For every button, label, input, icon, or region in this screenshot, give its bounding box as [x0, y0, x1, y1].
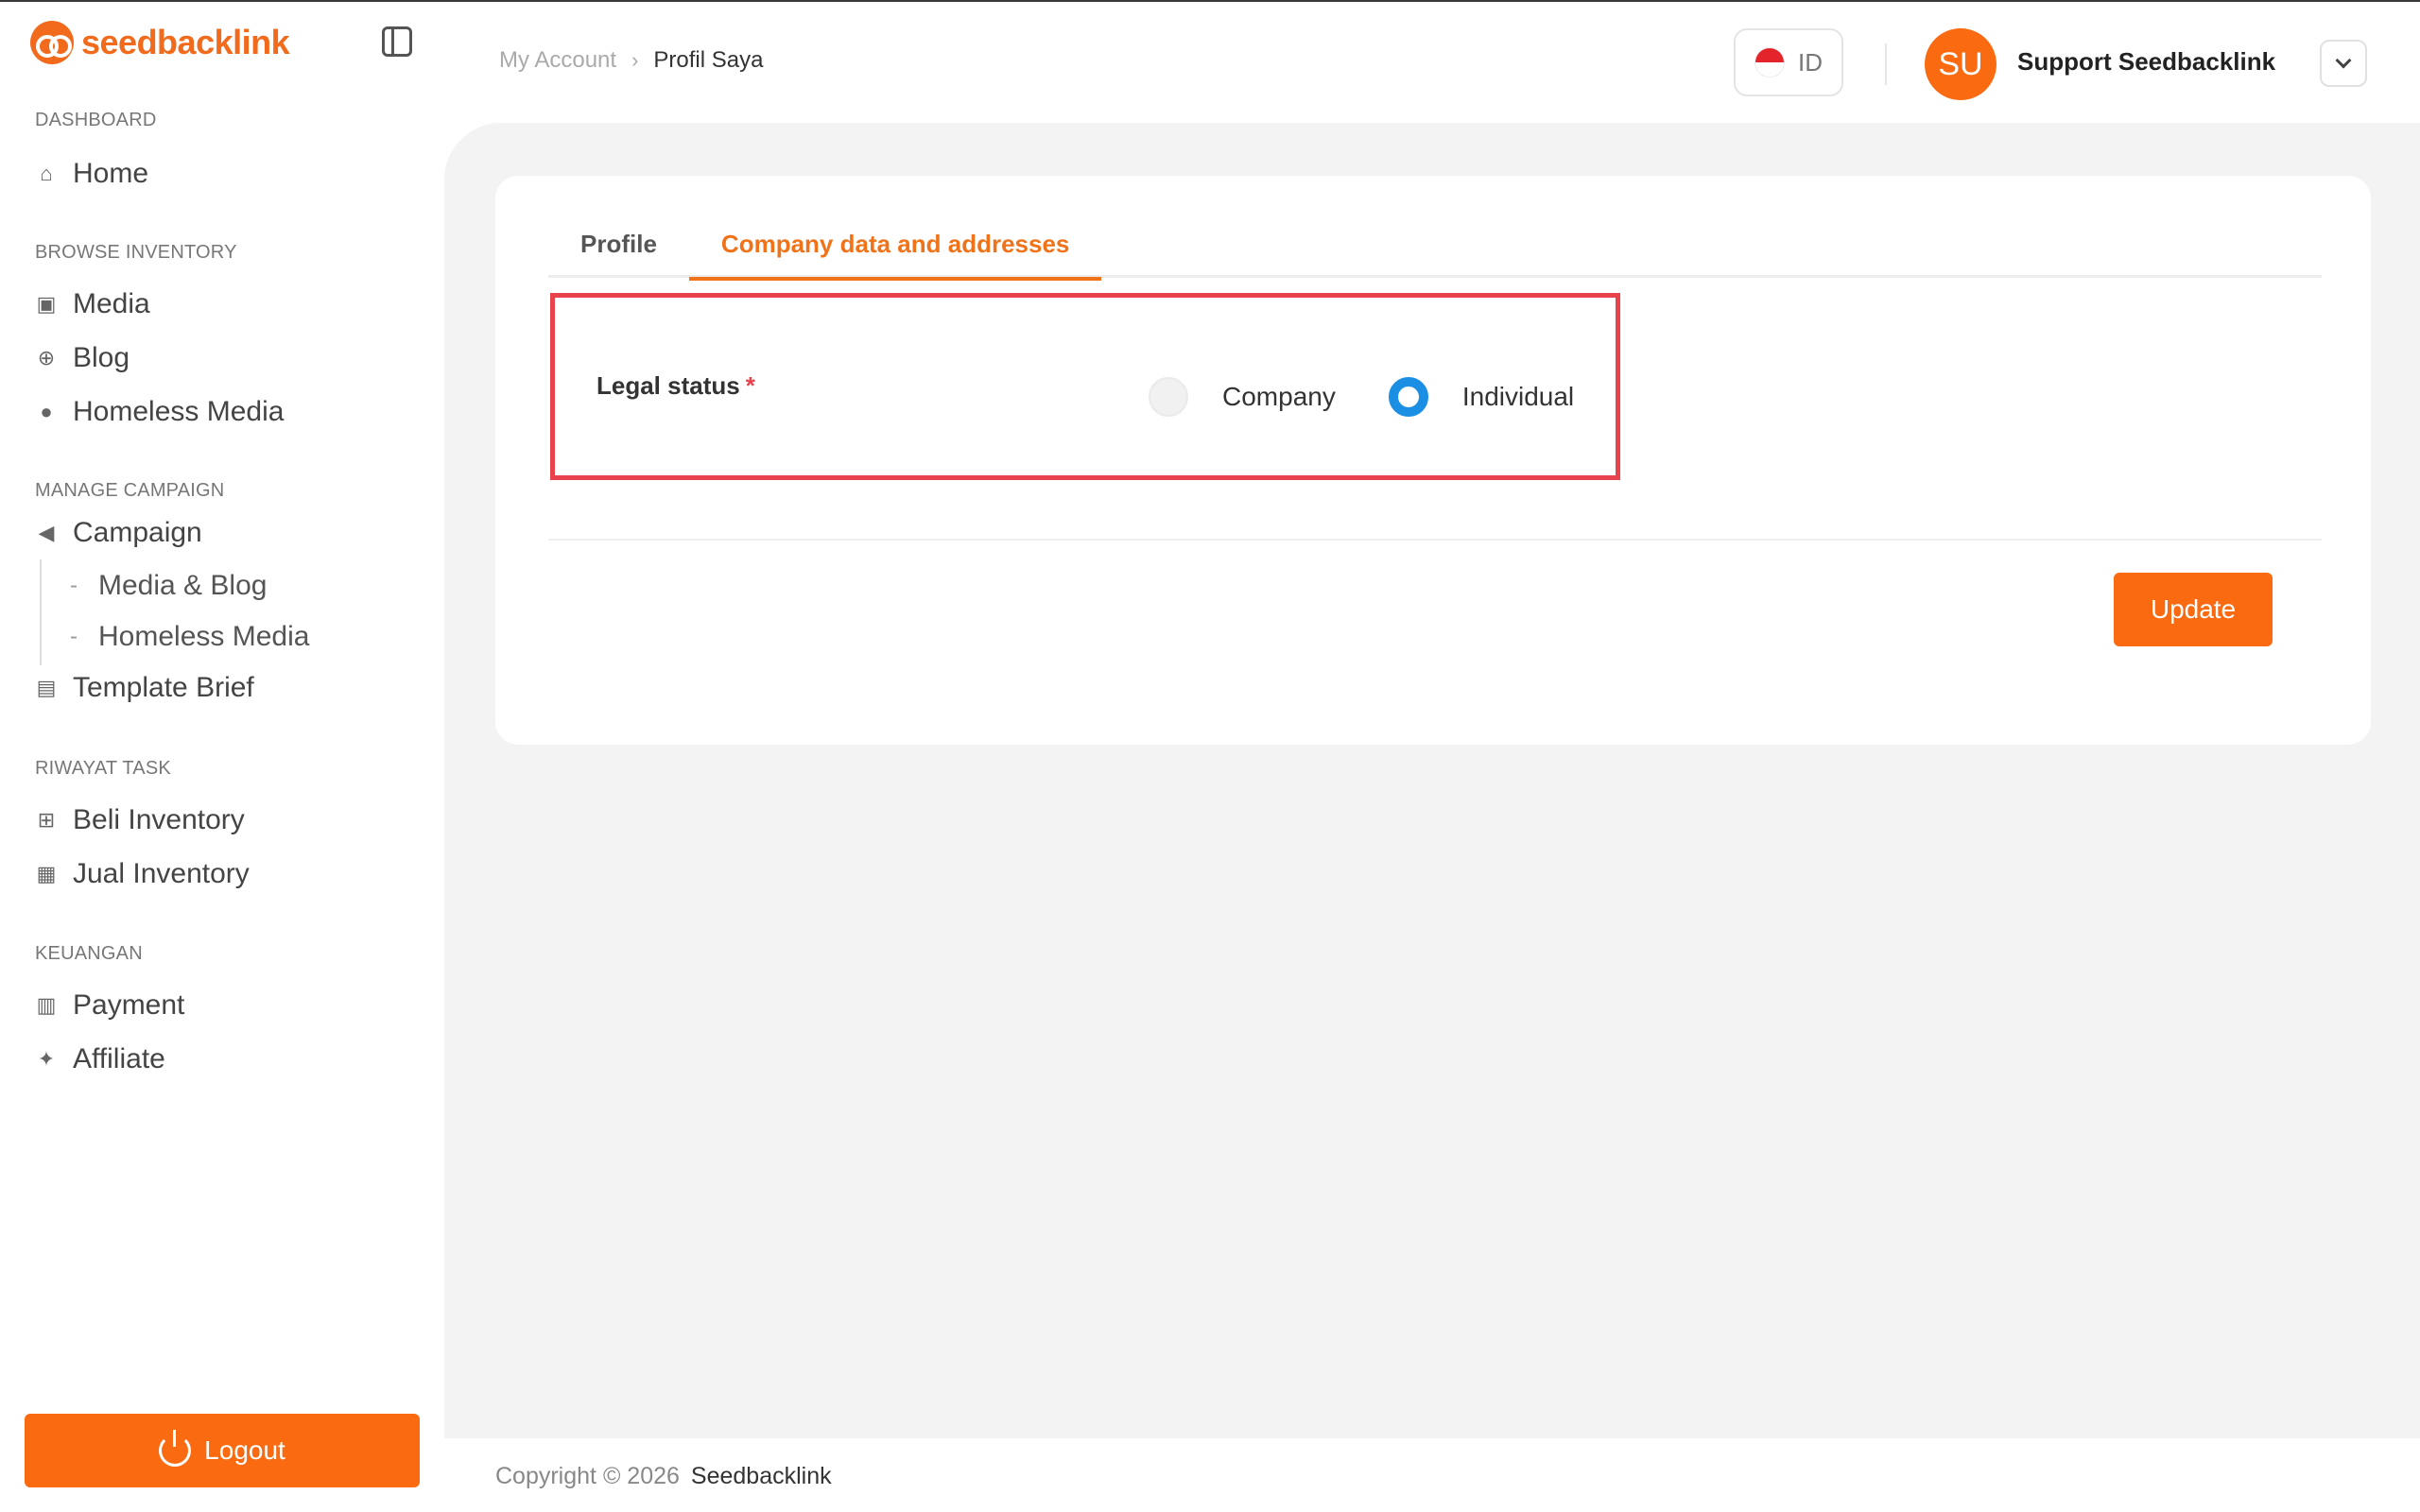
- breadcrumb-parent[interactable]: My Account: [499, 47, 616, 74]
- sidebar-item-label: Template Brief: [73, 672, 254, 703]
- logout-label: Logout: [204, 1435, 285, 1465]
- section-title-manage-campaign: MANAGE CAMPAIGN: [35, 480, 225, 501]
- sidebar-item-label: Homeless Media: [73, 396, 285, 427]
- section-title-browse-inventory: BROWSE INVENTORY: [35, 242, 237, 263]
- section-title-keuangan: KEUANGAN: [35, 943, 143, 964]
- radio-label-individual: Individual: [1461, 382, 1575, 411]
- profile-card: Profile Company data and addresses Legal…: [495, 176, 2371, 745]
- radio-individual[interactable]: [1388, 377, 1428, 417]
- section-title-riwayat-task: RIWAYAT TASK: [35, 758, 171, 779]
- sidebar-subitem-homeless-media[interactable]: - Homeless Media: [70, 618, 309, 656]
- legal-status-highlight: Legal status * Company Individual: [550, 293, 1620, 480]
- logo[interactable]: seedbacklink: [30, 19, 290, 66]
- submenu-line: [40, 559, 42, 665]
- language-code: ID: [1798, 47, 1823, 77]
- tab-profile[interactable]: Profile: [548, 210, 689, 278]
- user-menu-button[interactable]: [2320, 40, 2367, 87]
- home-icon: ⌂: [40, 162, 53, 185]
- radio-label-company: Company: [1222, 382, 1336, 411]
- legal-status-text: Legal status: [596, 371, 740, 400]
- sidebar-item-label: Media & Blog: [98, 570, 268, 601]
- copyright-text: Copyright © 2026: [495, 1462, 680, 1489]
- power-icon: [159, 1430, 192, 1467]
- megaphone-icon: ◀: [38, 521, 55, 544]
- radio-option-company[interactable]: Company: [1149, 377, 1336, 417]
- chevron-right-icon: ›: [631, 48, 639, 72]
- sidebar-item-label: Media: [73, 288, 150, 319]
- logo-icon: [30, 21, 74, 64]
- update-button[interactable]: Update: [2114, 573, 2273, 646]
- chevron-down-icon: [2335, 52, 2352, 69]
- sidebar-item-label: Beli Inventory: [73, 804, 245, 835]
- sidebar-item-label: Homeless Media: [98, 621, 310, 652]
- logo-text: seedbacklink: [81, 23, 290, 61]
- sidebar-item-label: Home: [73, 158, 149, 189]
- sidebar-item-home[interactable]: ⌂ Home: [35, 153, 148, 195]
- footer-brand: Seedbacklink: [690, 1462, 832, 1489]
- tab-bar: Profile Company data and addresses: [548, 210, 2322, 281]
- sidebar-item-campaign[interactable]: ◀ Campaign: [35, 512, 202, 554]
- sidebar-item-payment[interactable]: ▥ Payment: [35, 985, 185, 1026]
- avatar[interactable]: SU: [1925, 28, 1996, 100]
- radio-option-individual[interactable]: Individual: [1388, 377, 1575, 417]
- sidebar: seedbacklink DASHBOARD ⌂ Home BROWSE INV…: [0, 2, 444, 1512]
- tab-company-data[interactable]: Company data and addresses: [688, 210, 1102, 281]
- sidebar-item-homeless-media[interactable]: ● Homeless Media: [35, 391, 284, 433]
- sidebar-item-label: Affiliate: [73, 1043, 165, 1074]
- dash-icon: -: [70, 573, 78, 598]
- monitor-icon: ▣: [36, 292, 57, 316]
- sidebar-item-beli-inventory[interactable]: ⊞ Beli Inventory: [35, 799, 245, 841]
- sidebar-item-media[interactable]: ▣ Media: [35, 284, 150, 325]
- radio-company[interactable]: [1149, 377, 1188, 417]
- sidebar-item-label: Blog: [73, 342, 130, 373]
- cart-icon: ⊞: [37, 808, 56, 832]
- store-icon: ▦: [36, 862, 57, 885]
- sidebar-item-template-brief[interactable]: ▤ Template Brief: [35, 667, 254, 709]
- sidebar-subitem-media-blog[interactable]: - Media & Blog: [70, 567, 267, 605]
- language-selector[interactable]: ID: [1734, 28, 1843, 96]
- breadcrumb: My Account › Profil Saya: [499, 47, 763, 74]
- section-title-dashboard: DASHBOARD: [35, 110, 157, 130]
- header-divider: [1885, 43, 1887, 85]
- footer: Copyright © 2026 Seedbacklink: [444, 1438, 2420, 1512]
- logout-button[interactable]: Logout: [25, 1414, 420, 1487]
- legal-status-radio-group: Company Individual: [1149, 377, 1574, 417]
- document-icon: ▤: [36, 676, 57, 699]
- sidebar-item-label: Payment: [73, 989, 185, 1021]
- sidebar-item-label: Campaign: [73, 517, 202, 548]
- user-name: Support Seedbacklink: [2017, 47, 2276, 76]
- payment-icon: ▥: [36, 993, 57, 1017]
- sidebar-item-label: Jual Inventory: [73, 858, 250, 889]
- sidebar-item-blog[interactable]: ⊕ Blog: [35, 337, 130, 379]
- globe-icon: ⊕: [37, 346, 56, 369]
- sidebar-toggle-icon[interactable]: [382, 26, 412, 57]
- user-icon: ●: [40, 400, 53, 423]
- card-divider: [548, 539, 2322, 541]
- sidebar-item-jual-inventory[interactable]: ▦ Jual Inventory: [35, 853, 250, 895]
- breadcrumb-current: Profil Saya: [653, 47, 764, 73]
- required-marker: *: [745, 371, 755, 400]
- sidebar-item-affiliate[interactable]: ✦ Affiliate: [35, 1039, 165, 1080]
- affiliate-icon: ✦: [37, 1047, 56, 1071]
- dash-icon: -: [70, 624, 78, 649]
- legal-status-label: Legal status *: [596, 371, 755, 401]
- indonesia-flag-icon: [1754, 47, 1785, 77]
